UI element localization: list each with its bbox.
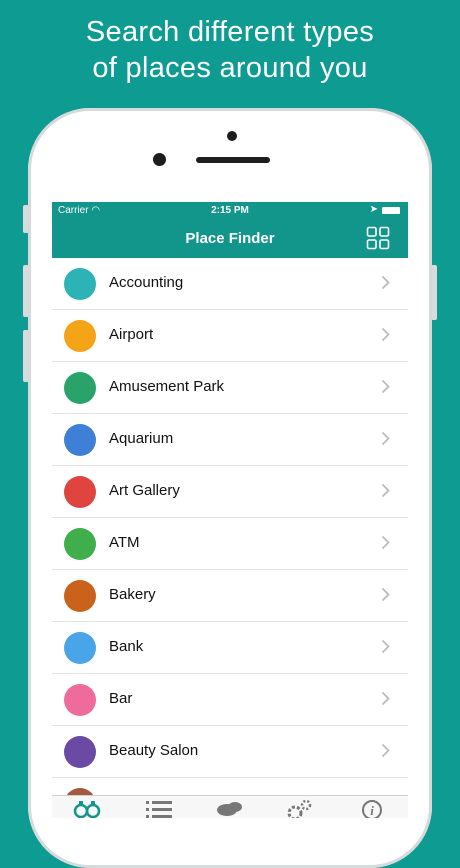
chevron-right-icon [381,587,390,602]
chevron-right-icon [381,431,390,446]
list-item-label: Accounting [109,274,184,291]
carousel-horse-icon [64,372,96,404]
list-item-label: Airport [109,326,154,343]
palette-icon [64,476,96,508]
place-list: Accounting Airport Amusement Park Aquarium A… [52,258,408,818]
list-item-label: Bakery [109,586,156,603]
list-item[interactable]: Accounting [52,258,408,310]
front-camera [153,153,166,166]
list-item[interactable]: Bakery [52,570,408,622]
bank-icon-glyph [64,632,96,664]
atm-icon [64,528,96,560]
scissors-icon-glyph [64,736,96,768]
list-item[interactable]: ATM [52,518,408,570]
list-item[interactable]: Bar [52,674,408,726]
chevron-right-icon [381,535,390,550]
wine-glass-icon [64,684,96,716]
list-item[interactable]: Aquarium [52,414,408,466]
cupcake-icon [64,580,96,612]
headline: Search different types of places around … [0,14,460,86]
page-title: Place Finder [185,230,275,247]
list-item-label: Bank [109,638,144,655]
chevron-right-icon [381,275,390,290]
binoculars-tab-icon[interactable] [72,799,102,818]
status-bar: Carrier ◠ 2:15 PM ➤ [52,202,408,220]
chat-tab-icon[interactable] [214,799,244,818]
airplane-icon [64,320,96,352]
proximity-sensor [227,131,237,141]
app-screen: Carrier ◠ 2:15 PM ➤ Place Finder Account… [52,202,408,818]
tab-bar: i [52,795,408,818]
cupcake-icon-glyph [64,580,96,612]
list-item[interactable]: Amusement Park [52,362,408,414]
dolphin-icon-glyph [64,424,96,456]
svg-text:i: i [370,803,374,818]
navigation-bar: Place Finder [52,220,408,258]
chevron-right-icon [381,327,390,342]
chevron-right-icon [381,639,390,654]
list-item[interactable]: Art Gallery [52,466,408,518]
grid-view-icon[interactable] [366,226,390,250]
location-arrow-icon: ➤ [369,204,378,215]
list-item-label: Aquarium [109,430,174,447]
list-item-label: Art Gallery [109,482,180,499]
chevron-right-icon [381,691,390,706]
accounting-icon-glyph [64,268,96,300]
list-tab-icon[interactable] [144,799,174,818]
accounting-icon [64,268,96,300]
list-item-label: Beauty Salon [109,742,199,759]
bank-icon [64,632,96,664]
list-item[interactable]: Bank [52,622,408,674]
airplane-icon-glyph [64,320,96,352]
battery-icon [382,207,400,214]
list-item[interactable]: Airport [52,310,408,362]
list-item[interactable]: Beauty Salon [52,726,408,778]
chevron-right-icon [381,743,390,758]
headline-line-1: Search different types [85,16,375,48]
list-item-label: ATM [109,534,140,551]
status-time: 2:15 PM [211,205,249,216]
wine-glass-icon-glyph [64,684,96,716]
settings-tab-icon[interactable] [285,799,315,818]
carousel-horse-icon-glyph [64,372,96,404]
atm-icon-glyph [64,528,96,560]
list-item-label: Amusement Park [109,378,225,395]
scissors-icon [64,736,96,768]
dolphin-icon [64,424,96,456]
earpiece-speaker [196,157,270,163]
chevron-right-icon [381,379,390,394]
list-item-label: Bar [109,690,133,707]
chevron-right-icon [381,483,390,498]
info-tab-icon[interactable]: i [357,799,387,818]
headline-line-2: of places around you [92,52,368,84]
palette-icon-glyph [64,476,96,508]
